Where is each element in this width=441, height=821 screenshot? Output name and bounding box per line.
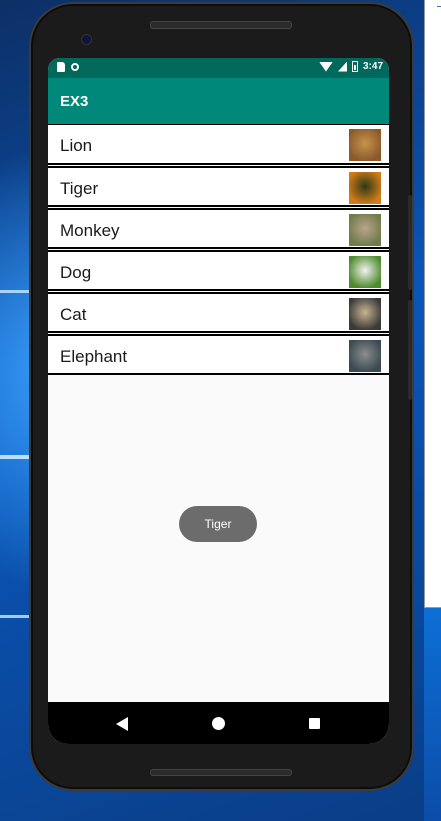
list-item-label: Cat [60, 305, 87, 324]
desktop-edge [424, 608, 441, 821]
list-item-label: Elephant [60, 347, 128, 366]
list-item[interactable]: Lion [48, 124, 389, 165]
list-item[interactable]: Elephant [48, 334, 389, 375]
window-edge-mark [437, 6, 441, 7]
top-speaker [150, 21, 292, 29]
app-toolbar: EX3 [48, 78, 389, 124]
volume-button[interactable] [408, 195, 412, 290]
tiger-thumbnail [349, 172, 381, 204]
list-item-label: Tiger [60, 179, 99, 198]
list-item[interactable]: Dog [48, 250, 389, 291]
animal-list: Lion Tiger Monkey Dog Cat Elephant [48, 124, 389, 376]
toast-message: Tiger [179, 506, 257, 542]
list-item[interactable]: Monkey [48, 208, 389, 249]
recents-icon[interactable] [309, 718, 320, 729]
bottom-speaker [150, 769, 292, 776]
list-item-label: Dog [60, 263, 92, 282]
sd-card-icon [57, 62, 65, 72]
lion-thumbnail [349, 129, 381, 161]
dog-thumbnail [349, 256, 381, 288]
phone-screen: 3:47 EX3 Lion Tiger Monkey Dog Cat Elephant T… [48, 58, 389, 744]
battery-icon [351, 61, 358, 72]
cat-thumbnail [349, 298, 381, 330]
status-time: 3:47 [362, 61, 383, 72]
navigation-bar [48, 702, 389, 744]
background-window [424, 0, 441, 608]
monkey-thumbnail [349, 214, 381, 246]
elephant-thumbnail [349, 340, 381, 372]
list-item-label: Lion [60, 136, 93, 155]
list-item[interactable]: Tiger [48, 166, 389, 207]
app-title: EX3 [60, 93, 89, 110]
home-icon[interactable] [212, 717, 225, 730]
list-item[interactable]: Cat [48, 292, 389, 333]
list-item-label: Monkey [60, 221, 120, 240]
wifi-icon [318, 61, 333, 72]
front-camera-icon [81, 34, 92, 45]
toast-text: Tiger [204, 517, 232, 531]
power-button[interactable] [408, 300, 412, 400]
status-bar: 3:47 [48, 58, 389, 78]
circle-icon [71, 63, 79, 71]
signal-icon [337, 61, 347, 72]
back-icon[interactable] [116, 717, 128, 731]
